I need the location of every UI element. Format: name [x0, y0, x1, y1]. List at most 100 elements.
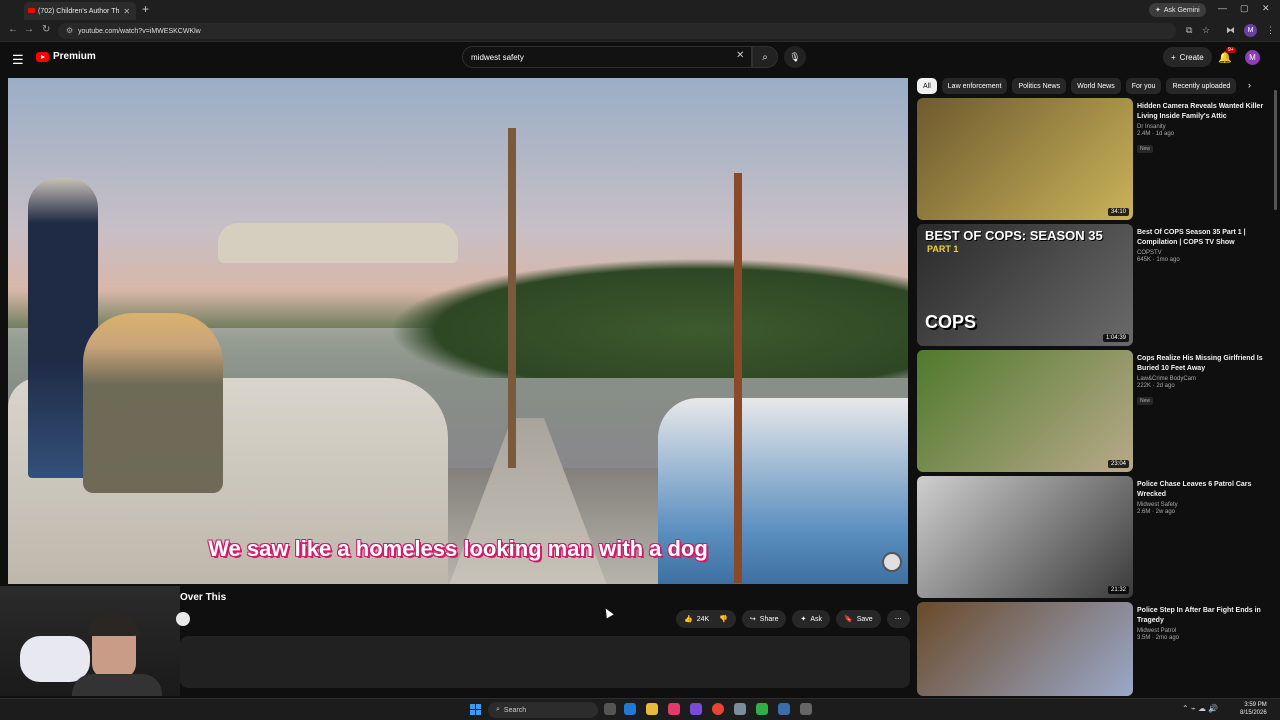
- windows-taskbar: ⌕ Search ⌃ ⌁ ☁ 🔊 3:59 PM 8/15/2026: [0, 698, 1280, 720]
- voice-search-button[interactable]: 🎙: [784, 46, 806, 68]
- tab-close-icon[interactable]: ✕: [123, 7, 130, 16]
- video-meta: Police Step In After Bar Fight Ends in T…: [1137, 606, 1267, 641]
- extensions-icon[interactable]: ⧓: [1226, 25, 1235, 36]
- save-label: Save: [856, 615, 873, 623]
- video-meta: Best Of COPS Season 35 Part 1 | Compilat…: [1137, 228, 1267, 263]
- file-explorer-icon[interactable]: [646, 703, 658, 715]
- back-icon[interactable]: ←: [8, 24, 18, 35]
- chip-for-you[interactable]: For you: [1125, 78, 1162, 94]
- taskbar-search-icon: ⌕: [496, 706, 500, 713]
- video-thumbnail[interactable]: 34:10: [917, 98, 1133, 220]
- recommended-video[interactable]: Police Step In After Bar Fight Ends in T…: [917, 602, 1267, 696]
- search-button[interactable]: ⌕: [752, 46, 778, 68]
- recommended-video[interactable]: 21:32 Police Chase Leaves 6 Patrol Cars W…: [917, 476, 1267, 598]
- excel-icon[interactable]: [756, 703, 768, 715]
- account-avatar[interactable]: M: [1245, 50, 1260, 65]
- channel-name[interactable]: Dr Insanity: [1137, 124, 1267, 130]
- video-title[interactable]: Police Step In After Bar Fight Ends in T…: [1137, 606, 1267, 626]
- channel-watermark-icon[interactable]: [882, 552, 902, 572]
- windows-start-icon[interactable]: [470, 704, 481, 715]
- video-title[interactable]: Cops Realize His Missing Girlfriend Is B…: [1137, 354, 1267, 374]
- window-close-icon[interactable]: ✕: [1262, 3, 1270, 14]
- share-button[interactable]: ↪ Share: [741, 610, 787, 628]
- video-thumbnail[interactable]: 23:04: [917, 350, 1133, 472]
- terminal-icon[interactable]: [800, 703, 812, 715]
- channel-avatar[interactable]: [176, 612, 190, 626]
- video-stats: 645K · 1mo ago: [1137, 257, 1180, 263]
- steam-icon[interactable]: [778, 703, 790, 715]
- settings-app-icon[interactable]: [734, 703, 746, 715]
- chevron-right-icon[interactable]: ›: [1248, 80, 1251, 90]
- channel-name[interactable]: Law&Crime BodyCam: [1137, 376, 1267, 382]
- chip-world-news[interactable]: World News: [1071, 78, 1121, 94]
- browser-menu-icon[interactable]: ⋮: [1266, 25, 1275, 36]
- more-actions-button[interactable]: ⋯: [886, 610, 910, 628]
- create-button[interactable]: + Create: [1163, 47, 1212, 67]
- chip-politics-news[interactable]: Politics News: [1012, 78, 1067, 94]
- recommended-video[interactable]: 23:04 Cops Realize His Missing Girlfriend…: [917, 350, 1267, 472]
- ask-gemini-button[interactable]: ✦ Ask Gemini: [1149, 3, 1206, 17]
- youtube-premium-logo[interactable]: Premium: [36, 51, 96, 62]
- video-actions: 👍 24K 👎 ↪ Share ✦ Ask 🔖 Save ⋯: [676, 610, 910, 628]
- channel-name[interactable]: Midwest Safety: [1137, 502, 1267, 508]
- video-player[interactable]: We saw like a homeless looking man with …: [8, 78, 908, 584]
- address-bar[interactable]: ⚙ youtube.com/watch?v=iMWESKCWKlw: [58, 23, 1176, 39]
- save-button[interactable]: 🔖 Save: [836, 610, 881, 628]
- minimize-icon[interactable]: —: [1218, 3, 1227, 13]
- chip-recently-uploaded[interactable]: Recently uploaded: [1166, 78, 1237, 94]
- new-tab-button[interactable]: +: [142, 2, 149, 16]
- video-thumbnail[interactable]: 21:32: [917, 476, 1133, 598]
- thumbnail-banner-text: BEST OF COPS: SEASON 35: [925, 228, 1103, 243]
- chip-all[interactable]: All: [917, 78, 937, 94]
- clock-time: 3:59 PM: [1244, 702, 1267, 708]
- bookmark-star-icon[interactable]: ☆: [1202, 25, 1210, 36]
- clear-search-icon[interactable]: ✕: [736, 50, 744, 61]
- music-app-icon[interactable]: [668, 703, 680, 715]
- video-title[interactable]: Police Chase Leaves 6 Patrol Cars Wrecke…: [1137, 480, 1267, 500]
- like-count: 24K: [696, 615, 710, 623]
- channel-name[interactable]: Midwest Patrol: [1137, 628, 1267, 634]
- browser-tab-active[interactable]: (702) Children's Author Th ✕: [24, 2, 136, 20]
- ask-label: Ask: [810, 615, 823, 623]
- site-info-icon[interactable]: ⚙: [66, 26, 73, 35]
- video-title[interactable]: Best Of COPS Season 35 Part 1 | Compilat…: [1137, 228, 1267, 248]
- filter-chips: All Law enforcement Politics News World New…: [917, 78, 1267, 94]
- channel-name[interactable]: COPSTV: [1137, 250, 1267, 256]
- dislike-icon[interactable]: 👎: [719, 615, 728, 623]
- chrome-icon[interactable]: [712, 703, 724, 715]
- reload-icon[interactable]: ↻: [42, 24, 50, 35]
- new-badge: New: [1137, 145, 1154, 153]
- edge-icon[interactable]: [624, 703, 636, 715]
- video-frame-trees: [388, 258, 908, 378]
- video-frame-pole: [508, 128, 516, 468]
- video-stats: 3.5M · 2mo ago: [1137, 635, 1180, 641]
- maximize-icon[interactable]: ▢: [1240, 3, 1249, 14]
- youtube-logo-icon: [36, 51, 49, 62]
- chip-law-enforcement[interactable]: Law enforcement: [941, 78, 1008, 94]
- forward-icon[interactable]: →: [24, 24, 34, 35]
- ask-gemini-label: Ask Gemini: [1163, 6, 1200, 14]
- save-icon: 🔖: [844, 616, 853, 623]
- taskbar-search[interactable]: ⌕ Search: [488, 702, 598, 718]
- menu-icon[interactable]: ☰: [12, 52, 24, 68]
- description-box[interactable]: [180, 636, 910, 688]
- install-icon[interactable]: ⧉: [1186, 25, 1192, 36]
- webcam-shirt: [72, 674, 162, 696]
- gemini-icon: ✦: [1155, 7, 1161, 14]
- video-thumbnail[interactable]: [917, 602, 1133, 696]
- taskbar-clock[interactable]: 3:59 PM 8/15/2026: [1240, 701, 1267, 717]
- system-tray-icons[interactable]: ⌃ ⌁ ☁ 🔊: [1182, 704, 1218, 713]
- task-view-icon[interactable]: [604, 703, 616, 715]
- ask-button[interactable]: ✦ Ask: [792, 610, 831, 628]
- discord-icon[interactable]: [690, 703, 702, 715]
- page-scrollbar[interactable]: [1274, 90, 1277, 210]
- like-button[interactable]: 👍 24K 👎: [676, 610, 736, 628]
- youtube-favicon-icon: [28, 8, 35, 13]
- video-title: Over This: [180, 592, 227, 603]
- recommended-video[interactable]: 34:10 Hidden Camera Reveals Wanted Killer…: [917, 98, 1267, 220]
- video-title[interactable]: Hidden Camera Reveals Wanted Killer Livi…: [1137, 102, 1267, 122]
- video-thumbnail[interactable]: BEST OF COPS: SEASON 35 PART 1 COPS 1:04:39: [917, 224, 1133, 346]
- recommended-video[interactable]: BEST OF COPS: SEASON 35 PART 1 COPS 1:04:39…: [917, 224, 1267, 346]
- search-input[interactable]: midwest safety: [462, 46, 752, 68]
- browser-profile-avatar[interactable]: M: [1244, 24, 1257, 37]
